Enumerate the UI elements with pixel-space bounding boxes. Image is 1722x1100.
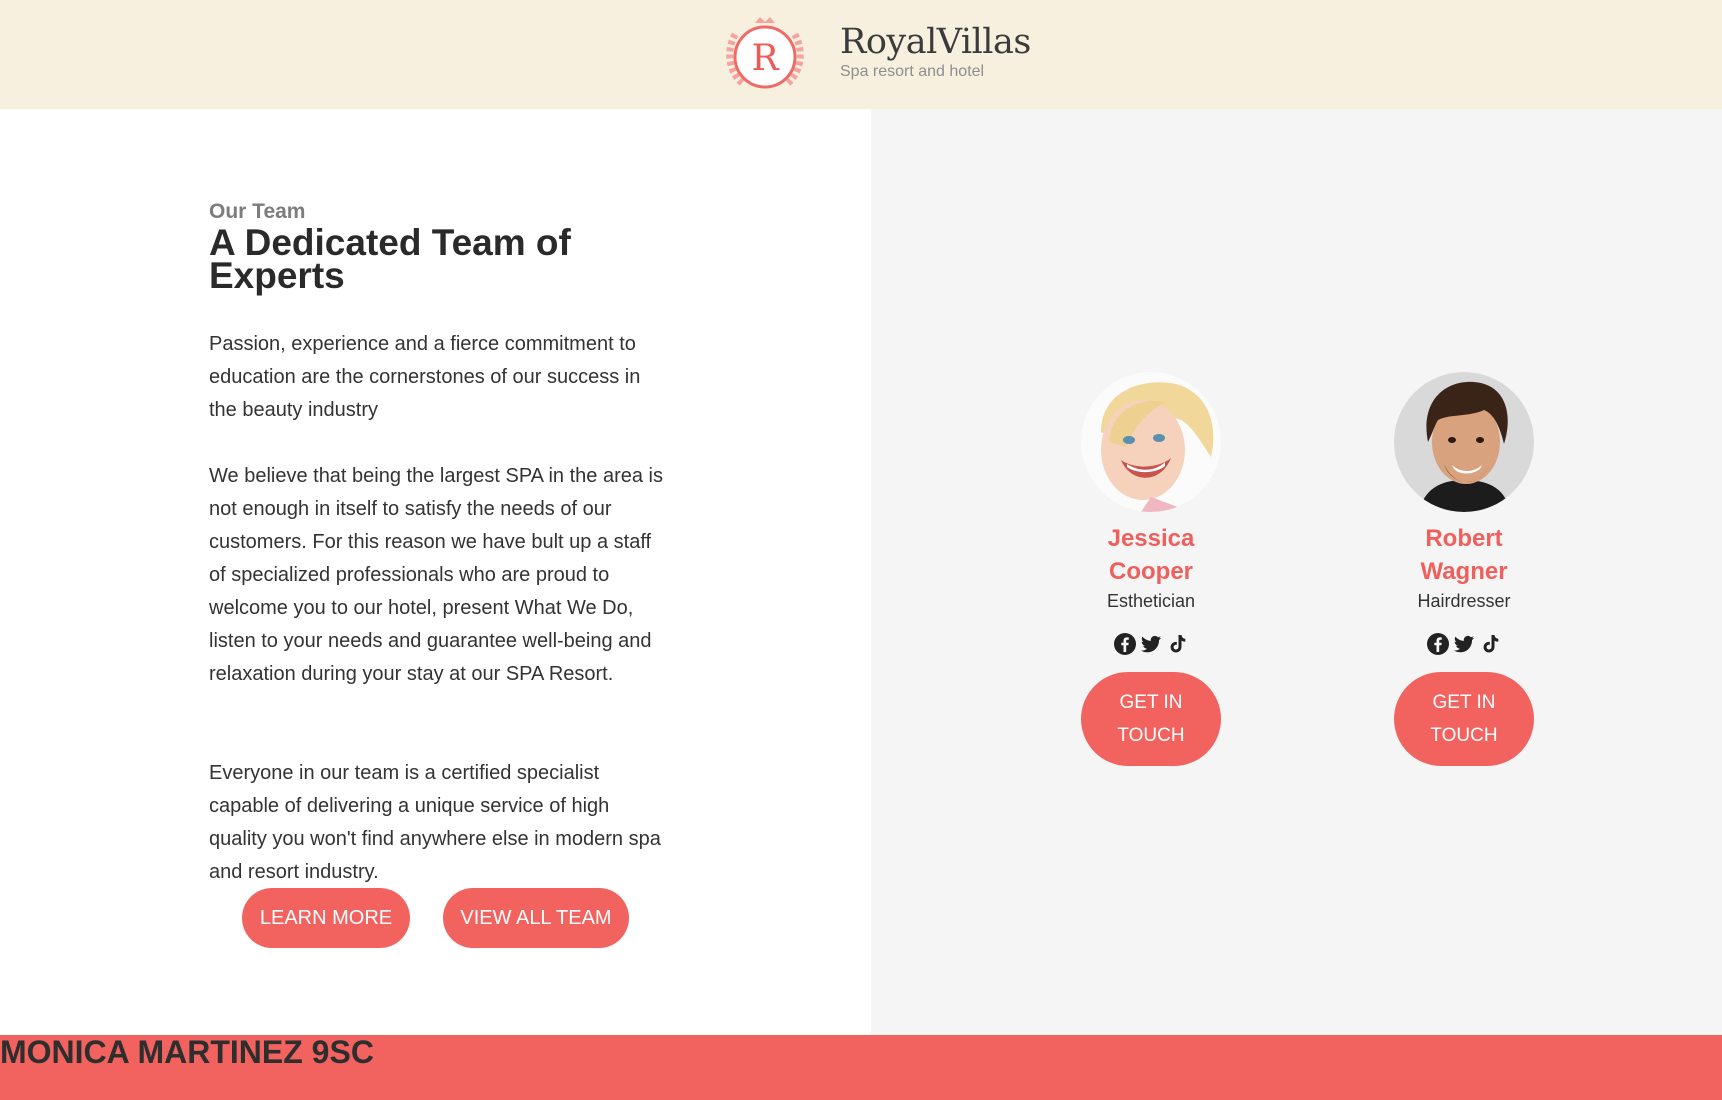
member-role: Hairdresser bbox=[1417, 591, 1511, 611]
team-card: Robert Wagner Hairdresser GET IN TOUCH bbox=[1394, 372, 1534, 766]
twitter-icon[interactable] bbox=[1452, 632, 1476, 656]
facebook-icon[interactable] bbox=[1426, 632, 1450, 656]
intro-paragraph-2: We believe that being the largest SPA in… bbox=[209, 465, 663, 685]
social-links bbox=[1394, 632, 1534, 656]
member-name: Jessica Cooper bbox=[1107, 525, 1195, 585]
tiktok-icon[interactable] bbox=[1165, 632, 1189, 656]
site-header: R RoyalVillas Spa resort and hotel bbox=[0, 0, 1722, 109]
team-panel bbox=[871, 109, 1722, 1035]
social-links bbox=[1081, 632, 1221, 656]
brand[interactable]: R RoyalVillas Spa resort and hotel bbox=[722, 12, 1031, 100]
member-role: Esthetician bbox=[1106, 591, 1196, 611]
view-all-team-button[interactable]: VIEW ALL TEAM bbox=[443, 888, 629, 948]
avatar bbox=[1394, 372, 1534, 512]
footer-text: MONICA MARTINEZ 9SC bbox=[0, 1034, 374, 1070]
avatar bbox=[1081, 372, 1221, 512]
crest-logo-icon: R bbox=[722, 13, 808, 99]
brand-tagline: Spa resort and hotel bbox=[840, 63, 985, 80]
intro-paragraph-1: Passion, experience and a fierce commitm… bbox=[209, 333, 641, 421]
team-card: Jessica Cooper Esthetician GET IN TOUCH bbox=[1081, 372, 1221, 766]
section-eyebrow: Our Team bbox=[209, 200, 306, 223]
section-title: A Dedicated Team of Experts bbox=[209, 222, 571, 296]
get-in-touch-button[interactable]: GET IN TOUCH bbox=[1394, 672, 1534, 766]
member-name: Robert Wagner bbox=[1420, 525, 1508, 585]
tiktok-icon[interactable] bbox=[1478, 632, 1502, 656]
brand-name: RoyalVillas bbox=[840, 22, 1031, 62]
twitter-icon[interactable] bbox=[1139, 632, 1163, 656]
facebook-icon[interactable] bbox=[1113, 632, 1137, 656]
footer-bar: MONICA MARTINEZ 9SC bbox=[0, 1035, 1722, 1100]
svg-text:R: R bbox=[751, 38, 779, 79]
get-in-touch-button[interactable]: GET IN TOUCH bbox=[1081, 672, 1221, 766]
learn-more-button[interactable]: LEARN MORE bbox=[242, 888, 410, 948]
intro-paragraph-3: Everyone in our team is a certified spec… bbox=[209, 762, 661, 883]
